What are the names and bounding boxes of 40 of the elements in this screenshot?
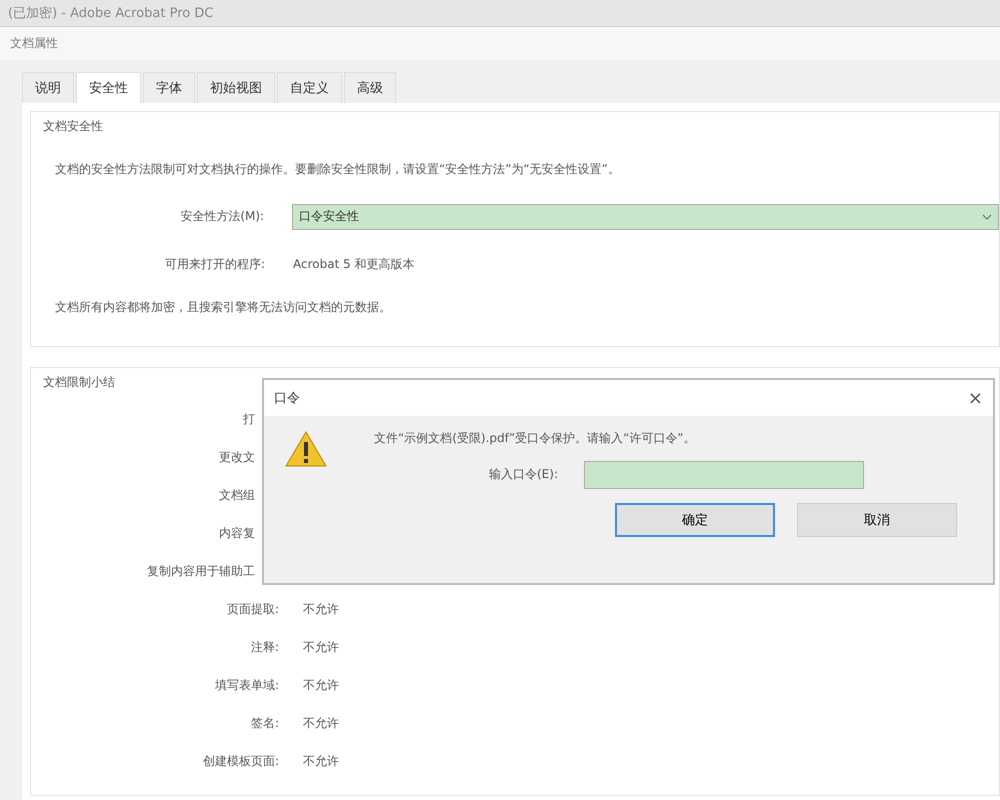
restriction-value: 不允许	[303, 677, 339, 694]
group-heading: 文档限制小结	[43, 374, 116, 391]
restriction-value: 不允许	[303, 639, 339, 656]
warning-icon	[284, 430, 328, 468]
field-value: Acrobat 5 和更高版本	[293, 256, 415, 273]
description-text: 文档的安全性方法限制可对文档执行的操作。要删除安全性限制，请设置“安全性方法”为“无安全性设置”。	[55, 161, 621, 178]
dialog-message: 文件“示例文档(受限).pdf”受口令保护。请输入“许可口令”。	[374, 430, 697, 447]
tab[interactable]: 初始视图	[197, 72, 275, 103]
field-label: 可用来打开的程序:	[164, 256, 265, 273]
restriction-label: 页面提取:	[226, 601, 279, 618]
field-label: 安全性方法(M):	[179, 208, 264, 226]
dialog-button[interactable]: 确定	[615, 502, 775, 537]
restriction-label: 填写表单域:	[214, 677, 279, 694]
tab[interactable]: 字体	[143, 72, 195, 103]
window-title: (已加密) - Adobe Acrobat Pro DC	[0, 0, 1000, 27]
note-text: 文档所有内容都将加密，且搜索引擎将无法访问文档的元数据。	[55, 298, 392, 316]
restriction-label: 复制内容用于辅助工	[146, 563, 256, 580]
method-dropdown[interactable]: 口令安全性	[292, 204, 999, 230]
tab[interactable]: 自定义	[277, 72, 342, 103]
group-heading: 文档安全性	[43, 118, 104, 135]
restriction-label: 更改文	[218, 449, 256, 466]
restriction-label: 签名:	[250, 715, 279, 732]
dialog-title: 口令	[274, 390, 300, 407]
restriction-value: 不允许	[303, 715, 339, 732]
chevron-down-icon	[982, 214, 992, 220]
restriction-label: 创建模板页面:	[202, 753, 279, 770]
tab[interactable]: 高级	[344, 72, 396, 103]
restriction-label: 文档组	[218, 487, 256, 504]
tab[interactable]: 安全性	[76, 72, 141, 103]
close-button[interactable]: ×	[968, 388, 983, 408]
restriction-value: 不允许	[303, 601, 339, 618]
dialog-button[interactable]: 取消	[797, 502, 957, 537]
restriction-label: 注释:	[250, 639, 279, 656]
password-field[interactable]	[584, 460, 864, 489]
field-label: 输入口令(E):	[489, 466, 558, 484]
dialog-title: 文档属性	[0, 27, 1000, 60]
tab[interactable]: 说明	[22, 72, 74, 103]
restriction-value: 不允许	[303, 753, 339, 770]
restriction-label: 打	[242, 411, 256, 428]
restriction-label: 内容复	[218, 525, 256, 542]
